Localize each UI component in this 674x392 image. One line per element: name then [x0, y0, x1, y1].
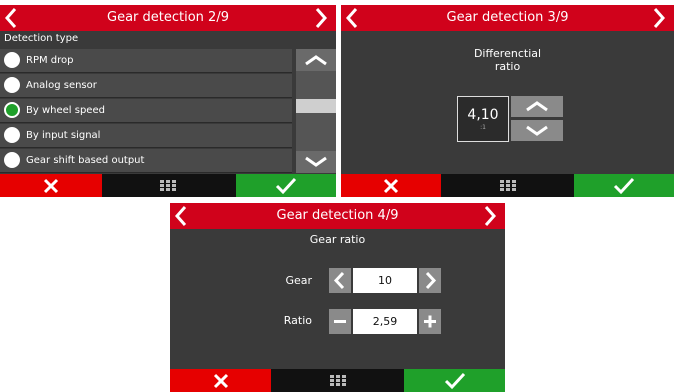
page-title: Gear detection 2/9 — [107, 10, 229, 25]
next-button[interactable] — [482, 203, 502, 229]
scroll-thumb[interactable] — [296, 99, 336, 113]
option-label: Gear shift based output — [26, 155, 145, 166]
decrement-button[interactable] — [511, 120, 563, 141]
option-gear-shift-based-output[interactable]: Gear shift based output — [0, 149, 292, 173]
option-label: By wheel speed — [26, 105, 105, 116]
gear-value-field[interactable]: 10 — [353, 268, 417, 293]
chevron-left-icon — [333, 271, 345, 290]
next-button[interactable] — [651, 5, 671, 31]
option-by-wheel-speed[interactable]: By wheel speed — [0, 99, 292, 123]
chevron-down-icon — [526, 125, 548, 136]
confirm-button[interactable] — [236, 174, 336, 197]
check-icon — [275, 177, 297, 195]
title-bar: Gear detection 3/9 — [341, 5, 674, 31]
grid-icon — [499, 180, 516, 191]
minus-icon — [334, 320, 346, 323]
option-label: Analog sensor — [26, 80, 97, 91]
cancel-button[interactable] — [170, 369, 271, 392]
title-bar: Gear detection 4/9 — [170, 203, 505, 229]
radio-button[interactable] — [4, 152, 20, 168]
ratio-value-field[interactable]: 2,59 — [353, 309, 417, 334]
grid-icon — [329, 375, 346, 386]
chevron-left-icon — [174, 206, 187, 226]
ratio-decrement-button[interactable] — [329, 309, 351, 334]
confirm-button[interactable] — [574, 174, 674, 197]
cancel-button[interactable] — [341, 174, 441, 197]
prev-button[interactable] — [173, 203, 193, 229]
page-title: Gear detection 3/9 — [446, 10, 569, 25]
x-icon — [213, 373, 228, 389]
check-icon — [444, 372, 465, 390]
chevron-up-icon — [305, 55, 327, 66]
grid-icon — [160, 180, 176, 191]
scroll-down-button[interactable] — [296, 151, 336, 173]
bottom-bar — [0, 174, 336, 197]
screen-gear-detection-2: Gear detection 2/9 Detection type RPM dr… — [0, 5, 336, 197]
x-icon — [383, 178, 399, 194]
ratio-increment-button[interactable] — [419, 309, 441, 334]
page-title: Gear detection 4/9 — [276, 208, 399, 223]
next-button[interactable] — [313, 5, 333, 31]
ratio-value: 4,10 — [467, 107, 499, 123]
chevron-right-icon — [653, 8, 666, 28]
increment-button[interactable] — [511, 96, 563, 117]
option-rpm-drop[interactable]: RPM drop — [0, 49, 292, 73]
confirm-button[interactable] — [404, 369, 505, 392]
menu-button[interactable] — [441, 174, 574, 197]
field-label: Differenctial ratio — [473, 47, 542, 73]
ratio-unit: :1 — [480, 124, 486, 131]
radio-button-selected[interactable] — [4, 102, 20, 118]
cancel-button[interactable] — [0, 174, 102, 197]
prev-button[interactable] — [3, 5, 23, 31]
prev-button[interactable] — [344, 5, 364, 31]
option-label: By input signal — [26, 130, 101, 141]
chevron-left-icon — [4, 8, 17, 28]
x-icon — [43, 178, 59, 194]
radio-button[interactable] — [4, 52, 20, 68]
title-bar: Gear detection 2/9 — [0, 5, 336, 31]
option-by-input-signal[interactable]: By input signal — [0, 124, 292, 148]
chevron-up-icon — [526, 101, 548, 112]
menu-button[interactable] — [102, 174, 234, 197]
ratio-label: Ratio — [283, 314, 312, 327]
list-header: Detection type — [4, 33, 79, 44]
gear-prev-button[interactable] — [329, 268, 351, 293]
ratio-value-field[interactable]: 4,10 :1 — [457, 96, 509, 142]
check-icon — [613, 177, 635, 195]
chevron-right-icon — [425, 271, 437, 290]
option-analog-sensor[interactable]: Analog sensor — [0, 74, 292, 98]
gear-next-button[interactable] — [419, 268, 441, 293]
chevron-right-icon — [315, 8, 328, 28]
radio-button[interactable] — [4, 77, 20, 93]
screen-gear-detection-4: Gear detection 4/9 Gear ratio Gear 10 Ra… — [170, 203, 505, 392]
section-title: Gear ratio — [309, 233, 366, 246]
bottom-bar — [170, 369, 505, 392]
plus-icon — [424, 315, 436, 328]
chevron-left-icon — [345, 8, 358, 28]
scroll-up-button[interactable] — [296, 49, 336, 71]
scrollbar[interactable] — [296, 49, 336, 173]
chevron-right-icon — [484, 206, 497, 226]
gear-label: Gear — [285, 274, 312, 287]
screen-gear-detection-3: Gear detection 3/9 Differenctial ratio 4… — [341, 5, 674, 197]
option-label: RPM drop — [26, 55, 74, 66]
menu-button[interactable] — [271, 369, 404, 392]
bottom-bar — [341, 174, 674, 197]
chevron-down-icon — [305, 156, 327, 167]
radio-button[interactable] — [4, 127, 20, 143]
